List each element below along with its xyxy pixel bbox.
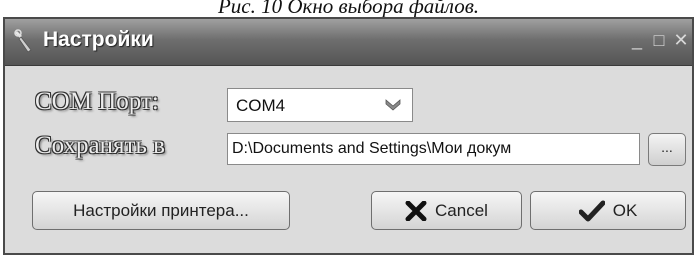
com-port-select[interactable]: COM4 <box>227 88 413 122</box>
settings-form: COM Порт: COM4 Сохранять в ... Настройки… <box>5 66 692 253</box>
document-caption: Рис. 10 Окно выбора файлов. <box>217 0 480 18</box>
cancel-label: Cancel <box>435 200 488 220</box>
browse-button[interactable]: ... <box>648 133 686 166</box>
cancel-button[interactable]: Cancel <box>371 191 522 230</box>
ok-label: OK <box>612 200 638 220</box>
wrench-icon <box>14 29 32 53</box>
settings-window: Настройки _ □ ✕ COM Порт: COM4 Сохранять… <box>3 17 694 255</box>
chevron-down-icon[interactable] <box>384 97 402 113</box>
save-to-label: Сохранять в <box>35 132 165 159</box>
check-icon <box>578 200 605 221</box>
ok-button[interactable]: OK <box>530 191 686 230</box>
x-icon <box>405 200 427 221</box>
printer-settings-button[interactable]: Настройки принтера... <box>32 191 290 230</box>
printer-settings-label: Настройки принтера... <box>73 200 249 220</box>
minimize-button[interactable]: _ <box>627 31 647 49</box>
com-port-label: COM Порт: <box>35 88 159 115</box>
maximize-button[interactable]: □ <box>649 31 669 49</box>
window-title: Настройки <box>43 28 154 51</box>
com-port-value: COM4 <box>236 96 286 115</box>
save-path-input[interactable] <box>227 133 640 165</box>
title-bar[interactable]: Настройки _ □ ✕ <box>5 19 692 66</box>
close-button[interactable]: ✕ <box>671 31 691 49</box>
